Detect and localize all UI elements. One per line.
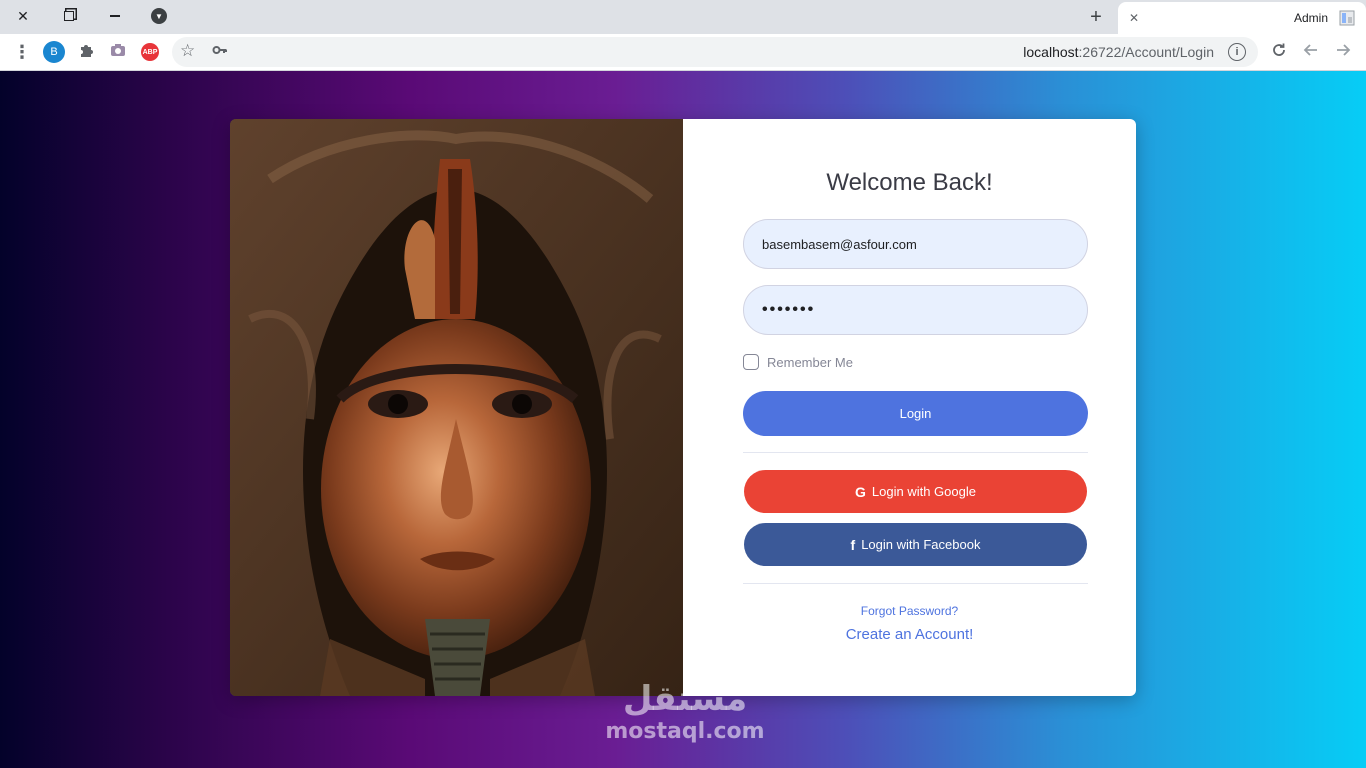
close-window-button[interactable]: ✕ bbox=[0, 0, 46, 32]
login-facebook-button[interactable]: f Login with Facebook bbox=[744, 523, 1087, 566]
login-google-button[interactable]: G Login with Google bbox=[744, 470, 1087, 513]
address-bar[interactable]: ☆ localhost:26722/Account/Login i bbox=[172, 37, 1258, 67]
remember-me-checkbox[interactable]: Remember Me bbox=[743, 354, 853, 370]
back-button[interactable] bbox=[1300, 41, 1322, 63]
reload-button[interactable] bbox=[1268, 41, 1290, 63]
arrow-right-icon bbox=[1335, 42, 1351, 63]
minimize-window-button[interactable] bbox=[92, 0, 138, 32]
arrow-left-icon bbox=[1303, 42, 1319, 63]
forgot-password-link[interactable]: Forgot Password? bbox=[683, 604, 1136, 618]
tab-close-button[interactable]: ✕ bbox=[1126, 10, 1142, 26]
abp-label: ABP bbox=[142, 48, 158, 56]
menu-button[interactable]: ⋮ bbox=[11, 41, 33, 63]
page-viewport: Welcome Back! Remember Me Login G Login … bbox=[0, 71, 1366, 768]
login-button[interactable]: Login bbox=[743, 391, 1088, 436]
login-facebook-label: Login with Facebook bbox=[861, 537, 981, 552]
watermark-latin: mostaql.com bbox=[605, 719, 765, 744]
watermark-logo: مستقل mostaql.com bbox=[600, 679, 770, 745]
tab-title: Admin bbox=[1293, 11, 1328, 25]
divider bbox=[743, 452, 1088, 453]
facebook-icon: f bbox=[850, 536, 856, 553]
camera-icon bbox=[110, 42, 126, 63]
login-card: Welcome Back! Remember Me Login G Login … bbox=[230, 119, 1136, 696]
tab-search-button[interactable]: ▼ bbox=[136, 0, 182, 32]
pharaoh-mask-image bbox=[230, 119, 683, 696]
star-icon[interactable]: ☆ bbox=[180, 41, 195, 61]
divider bbox=[743, 583, 1088, 584]
close-icon: ✕ bbox=[1128, 11, 1140, 25]
login-button-label: Login bbox=[899, 406, 932, 421]
close-icon: ✕ bbox=[17, 7, 29, 24]
extension-b-button[interactable]: B bbox=[43, 41, 65, 63]
minimize-icon bbox=[110, 15, 120, 17]
page-title: Welcome Back! bbox=[826, 169, 993, 196]
url-host: localhost bbox=[1023, 44, 1079, 60]
favicon-icon bbox=[1338, 9, 1356, 27]
plus-icon: + bbox=[1090, 5, 1102, 28]
extension-b-label: B bbox=[50, 46, 58, 58]
watermark-arabic: مستقل bbox=[622, 679, 748, 719]
google-icon: G bbox=[855, 483, 866, 500]
extensions-button[interactable] bbox=[75, 41, 97, 63]
login-google-label: Login with Google bbox=[871, 484, 976, 499]
dropdown-icon: ▼ bbox=[151, 8, 167, 24]
tab-strip: ✕ ▼ + Admin ✕ bbox=[0, 0, 1366, 34]
password-field[interactable] bbox=[743, 285, 1088, 335]
url-text: localhost:26722/Account/Login bbox=[1023, 44, 1214, 60]
browser-toolbar: ⋮ B ABP ☆ localhost:26722/Account/Login … bbox=[0, 34, 1366, 71]
kebab-icon: ⋮ bbox=[13, 42, 31, 62]
adblock-extension-button[interactable]: ABP bbox=[141, 43, 159, 61]
reload-icon bbox=[1271, 42, 1287, 63]
forward-button[interactable] bbox=[1332, 41, 1354, 63]
restore-window-button[interactable] bbox=[46, 0, 92, 32]
info-icon[interactable]: i bbox=[1228, 43, 1246, 61]
remember-me-label: Remember Me bbox=[767, 354, 853, 370]
tab-admin[interactable]: Admin ✕ bbox=[1118, 2, 1366, 34]
puzzle-icon bbox=[78, 42, 94, 63]
screenshot-extension-button[interactable] bbox=[107, 41, 129, 63]
login-form: Welcome Back! Remember Me Login G Login … bbox=[683, 119, 1136, 696]
email-field[interactable] bbox=[743, 219, 1088, 269]
restore-icon bbox=[64, 11, 74, 21]
new-tab-button[interactable]: + bbox=[1084, 5, 1108, 29]
url-path: :26722/Account/Login bbox=[1078, 44, 1214, 60]
key-icon[interactable] bbox=[212, 42, 228, 62]
create-account-link[interactable]: Create an Account! bbox=[683, 626, 1136, 643]
checkbox-icon[interactable] bbox=[743, 354, 759, 370]
